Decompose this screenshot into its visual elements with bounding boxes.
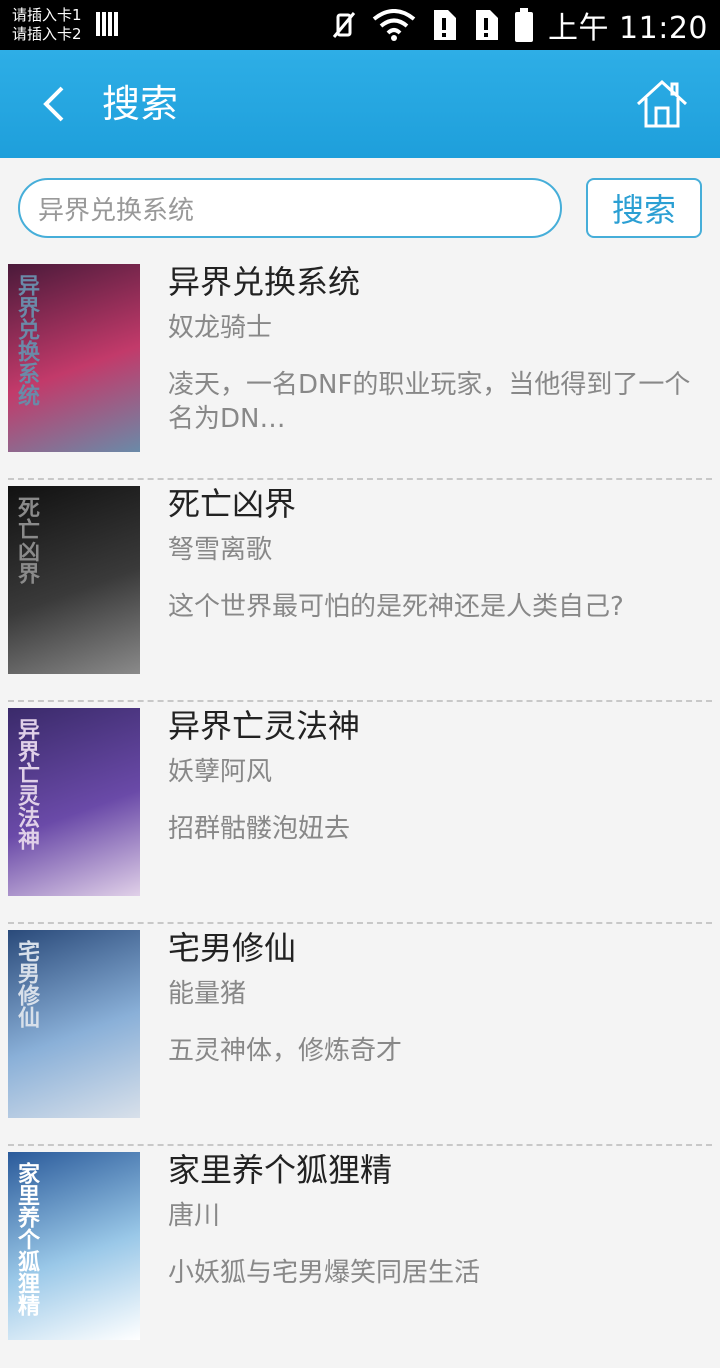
page-title: 搜索: [102, 82, 179, 126]
search-bar: 搜索: [0, 158, 720, 258]
status-icons: 上午 11:20: [330, 0, 708, 50]
book-cover[interactable]: 异界亡灵法神: [8, 708, 140, 896]
sim-status: 请插入卡1 请插入卡2: [12, 6, 82, 44]
home-button[interactable]: [634, 78, 690, 132]
cover-title: 异界兑换系统: [14, 274, 39, 406]
list-item[interactable]: 异界亡灵法神 异界亡灵法神 妖孽阿风 招群骷髅泡妞去: [8, 702, 712, 924]
list-item[interactable]: 家里养个狐狸精 家里养个狐狸精 唐川 小妖狐与宅男爆笑同居生活: [8, 1146, 712, 1368]
book-description: 小妖狐与宅男爆笑同居生活: [168, 1258, 481, 1288]
clock: 上午 11:20: [548, 11, 708, 46]
vibrate-mute-icon: [332, 12, 356, 38]
book-author: 妖孽阿风: [168, 757, 273, 787]
list-item[interactable]: 异界兑换系统 异界兑换系统 奴龙骑士 凌天，一名DNF的职业玩家，当他得到了一个名为D…: [8, 258, 712, 480]
book-title[interactable]: 死亡凶界: [168, 482, 296, 526]
book-cover[interactable]: 家里养个狐狸精: [8, 1152, 140, 1340]
book-cover[interactable]: 宅男修仙: [8, 930, 140, 1118]
book-title[interactable]: 异界亡灵法神: [168, 704, 360, 748]
result-list: 异界兑换系统 异界兑换系统 奴龙骑士 凌天，一名DNF的职业玩家，当他得到了一个名为D…: [0, 258, 720, 1368]
book-cover[interactable]: 异界兑换系统: [8, 264, 140, 452]
home-icon: [636, 79, 688, 128]
cover-title: 宅男修仙: [14, 940, 39, 1028]
book-description: 凌天，一名DNF的职业玩家，当他得到了一个名为DN…: [168, 370, 691, 434]
back-button[interactable]: [24, 74, 84, 134]
status-bar: 请插入卡1 请插入卡2 上午 11:20: [0, 0, 720, 50]
sim2-alert-icon: [476, 10, 498, 40]
book-description: 五灵神体，修炼奇才: [168, 1036, 403, 1066]
signal-bars-icon: [96, 12, 118, 36]
app-bar: 搜索: [0, 50, 720, 158]
chevron-left-icon: [43, 86, 64, 122]
battery-icon: [515, 8, 533, 42]
cover-title: 家里养个狐狸精: [14, 1162, 39, 1316]
book-author: 弩雪离歌: [168, 535, 273, 565]
cover-title: 死亡凶界: [14, 496, 39, 584]
sim2-label: 请插入卡2: [12, 25, 82, 43]
book-author: 奴龙骑士: [168, 313, 273, 343]
book-title[interactable]: 异界兑换系统: [168, 260, 360, 304]
book-title[interactable]: 家里养个狐狸精: [168, 1148, 392, 1192]
book-author: 唐川: [168, 1201, 221, 1231]
book-author: 能量猪: [168, 979, 247, 1009]
list-item[interactable]: 死亡凶界 死亡凶界 弩雪离歌 这个世界最可怕的是死神还是人类自己?: [8, 480, 712, 702]
sim1-label: 请插入卡1: [12, 6, 82, 24]
book-title[interactable]: 宅男修仙: [168, 926, 296, 970]
wifi-icon: [372, 9, 416, 41]
search-input[interactable]: [18, 178, 562, 238]
search-button[interactable]: 搜索: [586, 178, 702, 238]
book-description: 这个世界最可怕的是死神还是人类自己?: [168, 592, 624, 622]
book-cover[interactable]: 死亡凶界: [8, 486, 140, 674]
book-description: 招群骷髅泡妞去: [168, 814, 351, 844]
cover-title: 异界亡灵法神: [14, 718, 39, 850]
sim1-alert-icon: [434, 10, 456, 40]
list-item[interactable]: 宅男修仙 宅男修仙 能量猪 五灵神体，修炼奇才: [8, 924, 712, 1146]
